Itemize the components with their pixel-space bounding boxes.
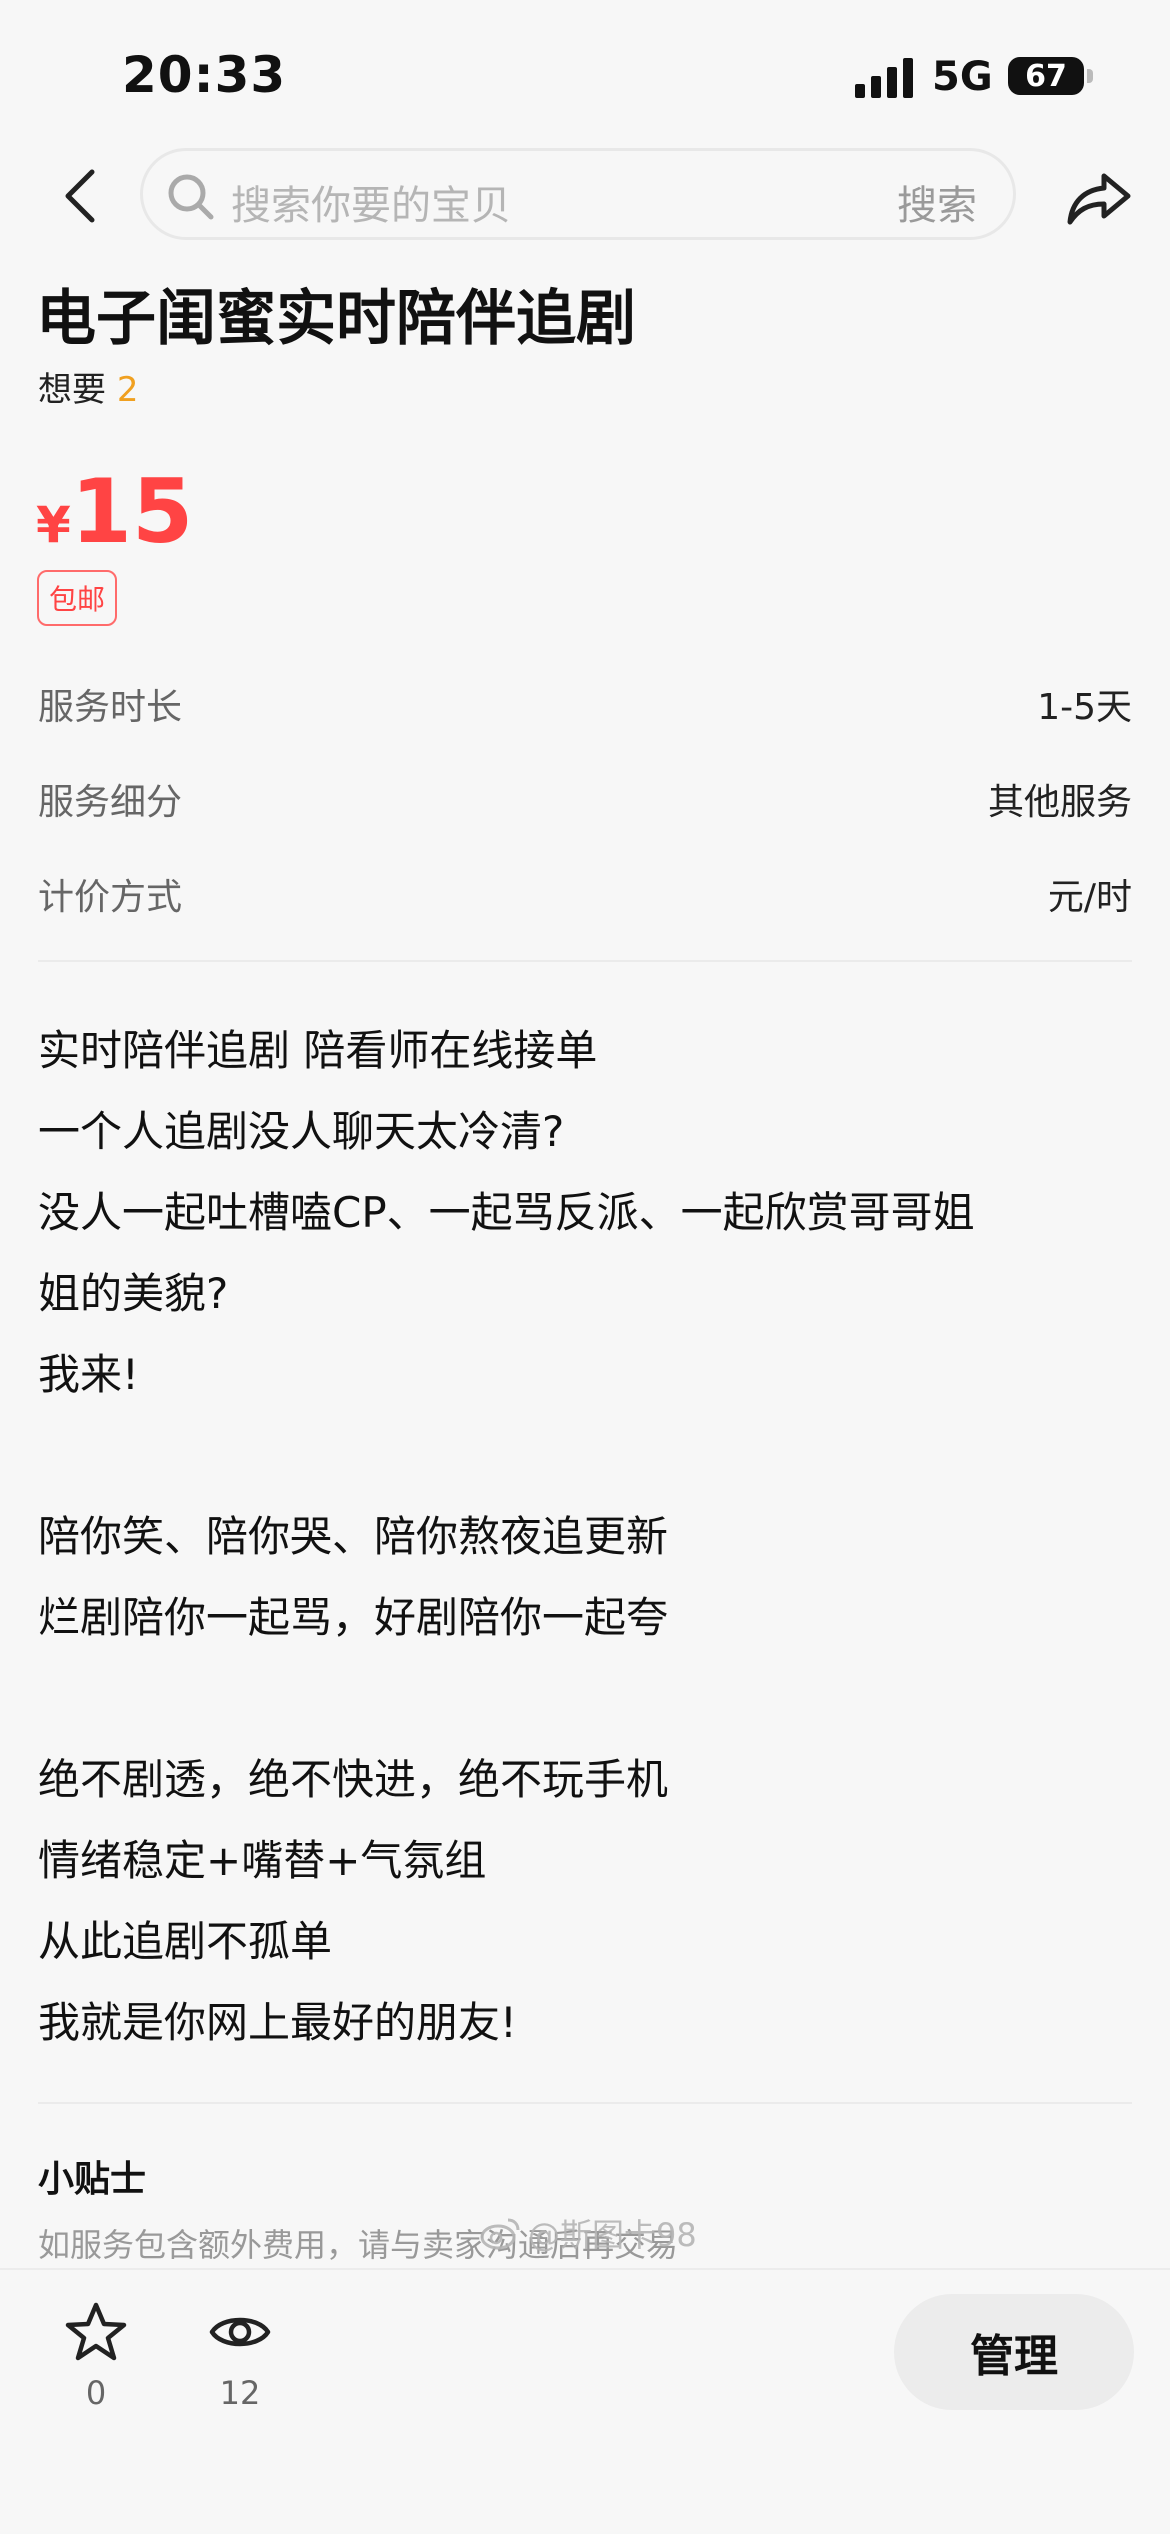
price-value: 15 xyxy=(70,460,194,563)
battery-level: 67 xyxy=(1025,58,1067,94)
description-line: 烂剧陪你一起骂，好剧陪你一起夸 xyxy=(38,1593,669,1642)
weibo-icon xyxy=(480,2218,520,2250)
price-symbol: ¥ xyxy=(36,496,71,554)
want-label: 想要 xyxy=(38,370,106,410)
spec-row-category: 服务细分 其他服务 xyxy=(38,773,1132,833)
description-line xyxy=(38,1658,1138,1739)
description-line xyxy=(38,1415,1138,1496)
description-line: 情绪稳定+嘴替+气氛组 xyxy=(38,1836,487,1885)
signal-icon xyxy=(855,58,913,98)
back-button[interactable] xyxy=(50,166,110,226)
description-line: 绝不剧透，绝不快进，绝不玩手机 xyxy=(38,1755,669,1804)
spec-label: 服务细分 xyxy=(38,782,183,823)
views-indicator: 12 xyxy=(190,2300,290,2412)
spec-value: 1-5天 xyxy=(1037,687,1132,728)
divider xyxy=(38,2102,1132,2104)
description-line: 我就是你网上最好的朋友! xyxy=(38,1998,517,2047)
battery-icon: 67 xyxy=(1008,57,1084,95)
free-shipping-badge: 包邮 xyxy=(37,570,118,626)
bottom-action-bar: 0 12 管理 xyxy=(0,2268,1170,2534)
tips-title: 小贴士 xyxy=(38,2159,147,2200)
description-line: 从此追剧不孤单 xyxy=(38,1917,333,1966)
search-button[interactable]: 搜索 xyxy=(897,173,977,231)
description-line: 实时陪伴追剧 陪看师在线接单 xyxy=(38,1026,598,1075)
search-input[interactable]: 搜索你要的宝贝 搜索 xyxy=(140,148,1016,240)
network-type: 5G xyxy=(932,54,993,100)
description-line: 没人一起吐槽嗑CP、一起骂反派、一起欣赏哥哥姐 xyxy=(38,1188,975,1237)
search-icon xyxy=(168,174,214,220)
watermark-text: @斯图卡98 xyxy=(528,2216,697,2254)
description-line: 我来! xyxy=(38,1350,139,1399)
chevron-left-icon xyxy=(65,169,95,223)
manage-button[interactable]: 管理 xyxy=(894,2294,1134,2410)
share-icon[interactable] xyxy=(1064,162,1136,234)
spec-value: 元/时 xyxy=(1047,877,1132,918)
divider xyxy=(38,960,1132,962)
product-description: 实时陪伴追剧 陪看师在线接单 一个人追剧没人聊天太冷清? 没人一起吐槽嗑CP、一… xyxy=(38,1010,1138,2063)
star-icon xyxy=(65,2302,127,2361)
want-count: 2 xyxy=(116,370,139,410)
spec-value: 其他服务 xyxy=(987,782,1132,823)
status-bar: 20:33 5G 67 xyxy=(0,0,1170,140)
spec-row-duration: 服务时长 1-5天 xyxy=(38,678,1132,738)
want-info: 想要 2 xyxy=(38,362,138,411)
description-line: 一个人追剧没人聊天太冷清? xyxy=(38,1107,565,1156)
spec-row-pricing: 计价方式 元/时 xyxy=(38,868,1132,928)
description-line: 陪你笑、陪你哭、陪你熬夜追更新 xyxy=(38,1512,669,1561)
view-count: 12 xyxy=(219,2374,261,2412)
eye-icon xyxy=(209,2317,271,2347)
status-time: 20:33 xyxy=(122,46,287,104)
favorite-count: 0 xyxy=(85,2374,107,2412)
product-title: 电子闺蜜实时陪伴追剧 xyxy=(36,284,636,354)
spec-label: 服务时长 xyxy=(38,687,183,728)
search-placeholder: 搜索你要的宝贝 xyxy=(231,183,511,229)
watermark: @斯图卡98 xyxy=(480,2210,697,2256)
spec-label: 计价方式 xyxy=(38,877,183,918)
navbar: 搜索你要的宝贝 搜索 xyxy=(0,140,1170,260)
price: ¥15 xyxy=(36,460,193,563)
battery-cap xyxy=(1087,69,1093,83)
description-line: 姐的美貌? xyxy=(38,1269,229,1318)
favorite-button[interactable]: 0 xyxy=(46,2300,146,2412)
